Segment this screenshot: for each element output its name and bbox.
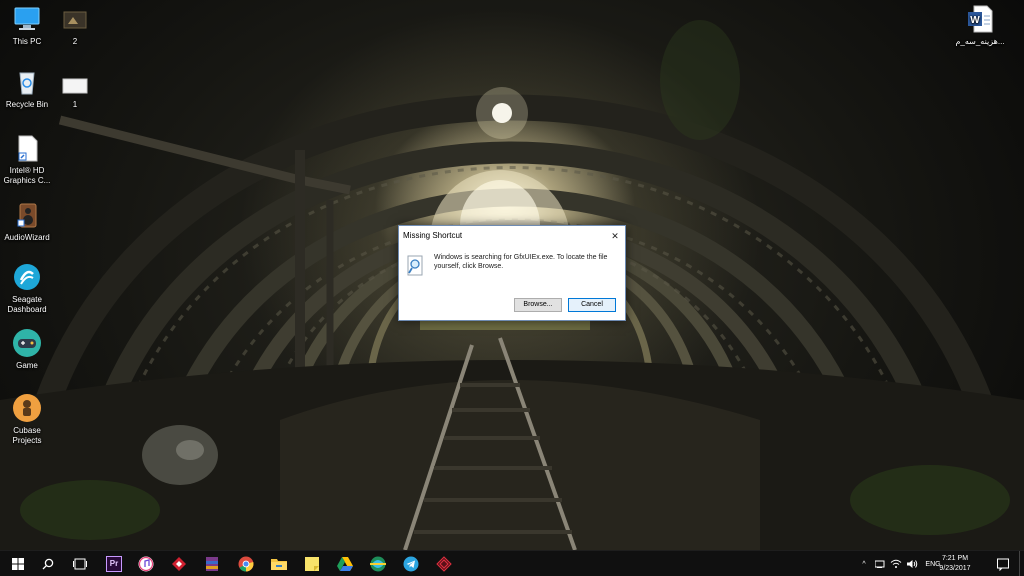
dialog-title: Missing Shortcut [403, 231, 463, 240]
app-diamond-icon [436, 556, 452, 572]
desktop-icon-intel-hd-graphics[interactable]: Intel® HD Graphics C... [0, 133, 54, 186]
desktop-icon-word-document[interactable]: W هزینه_سه_م... [950, 4, 1010, 47]
computer-icon [12, 4, 42, 34]
telegram-icon [403, 556, 419, 572]
search-icon [42, 558, 54, 570]
svg-text:W: W [970, 15, 980, 26]
browser-globe-icon [370, 556, 386, 572]
taskbar-app-premiere[interactable]: Pr [98, 551, 130, 576]
taskbar: Pr ^ ENG 7:21 PM 9/23/2017 [0, 550, 1024, 576]
search-button[interactable] [32, 551, 64, 576]
desktop-icon-label: Game [16, 361, 38, 370]
sticky-notes-icon [305, 557, 319, 571]
premiere-icon: Pr [106, 556, 122, 572]
folder-image-icon [60, 4, 90, 34]
taskbar-app-chrome[interactable] [230, 551, 262, 576]
taskbar-app-diamond[interactable] [428, 551, 460, 576]
cubase-icon [12, 393, 42, 423]
file-explorer-icon [271, 559, 287, 570]
desktop-icon-label: This PC [12, 37, 42, 46]
desktop-icon-label: Recycle Bin [5, 100, 49, 109]
desktop-icon-label: Intel® HD Graphics C... [3, 166, 51, 185]
clock-date: 9/23/2017 [939, 565, 971, 572]
desktop-icon-audiowizard[interactable]: AudioWizard [0, 200, 54, 243]
taskbar-app-telegram[interactable] [395, 551, 427, 576]
google-drive-icon [337, 557, 353, 571]
cancel-button[interactable]: Cancel [568, 298, 616, 312]
gamepad-icon [12, 328, 42, 358]
shortcut-file-icon [12, 133, 42, 163]
show-desktop-button[interactable] [1019, 551, 1024, 576]
taskbar-clock[interactable]: 7:21 PM 9/23/2017 [930, 554, 980, 574]
volume-icon [907, 560, 918, 568]
notification-icon [997, 558, 1009, 572]
desktop-icon-2[interactable]: 2 [48, 4, 102, 47]
taskbar-app-google-drive[interactable] [329, 551, 361, 576]
audio-wizard-icon [12, 200, 42, 230]
show-hidden-icons-button[interactable]: ^ [858, 551, 870, 576]
itunes-icon [138, 556, 154, 572]
chevron-up-icon: ^ [862, 560, 866, 568]
start-icon [12, 558, 24, 570]
taskbar-app-itunes[interactable] [130, 551, 162, 576]
chrome-icon [238, 556, 254, 572]
taskbar-app-sticky-notes[interactable] [296, 551, 328, 576]
desktop-icon-game[interactable]: Game [0, 328, 54, 371]
premiere-label: Pr [109, 559, 119, 568]
task-view-button[interactable] [64, 551, 96, 576]
file-icon [60, 75, 90, 97]
missing-shortcut-dialog: Missing Shortcut ✕ Windows is searching … [398, 225, 626, 321]
taskbar-app-browser[interactable] [362, 551, 394, 576]
browse-button[interactable]: Browse... [514, 298, 562, 312]
desktop-icon-label: 1 [72, 100, 78, 109]
desktop-icon-1[interactable]: 1 [48, 75, 102, 110]
search-magnifier-icon [407, 255, 425, 277]
word-document-icon: W [965, 4, 995, 34]
desktop-icon-label: هزینه_سه_م... [955, 37, 1005, 46]
desktop-icon-label: 2 [72, 37, 78, 46]
tray-volume-button[interactable] [905, 551, 919, 576]
winrar-icon [206, 557, 218, 571]
tray-network-button[interactable] [873, 551, 887, 576]
dialog-title-bar[interactable]: Missing Shortcut ✕ [399, 226, 625, 246]
desktop-icon-seagate-dashboard[interactable]: Seagate Dashboard [0, 262, 54, 315]
desktop-icon-this-pc[interactable]: This PC [0, 4, 54, 47]
desktop-icon-label: Cubase Projects [12, 426, 42, 445]
start-button[interactable] [2, 551, 34, 576]
taskbar-app-winrar[interactable] [196, 551, 228, 576]
task-view-icon [73, 558, 87, 570]
wifi-icon [890, 559, 902, 568]
network-icon [874, 560, 884, 568]
close-icon[interactable]: ✕ [608, 229, 622, 243]
desktop-icon-label: Seagate Dashboard [7, 295, 47, 314]
recycle-bin-icon [12, 67, 42, 97]
app-red-icon [172, 557, 186, 571]
action-center-button[interactable] [996, 557, 1010, 572]
desktop-icon-cubase-projects[interactable]: Cubase Projects [0, 393, 54, 446]
taskbar-app-red[interactable] [163, 551, 195, 576]
tray-wifi-button[interactable] [889, 551, 903, 576]
desktop-icon-recycle-bin[interactable]: Recycle Bin [0, 67, 54, 110]
dialog-message: Windows is searching for GfxUIEx.exe. To… [434, 254, 608, 270]
desktop-icon-label: AudioWizard [4, 233, 50, 242]
taskbar-app-file-explorer[interactable] [263, 551, 295, 576]
clock-time: 7:21 PM [941, 555, 969, 562]
seagate-icon [12, 262, 42, 292]
